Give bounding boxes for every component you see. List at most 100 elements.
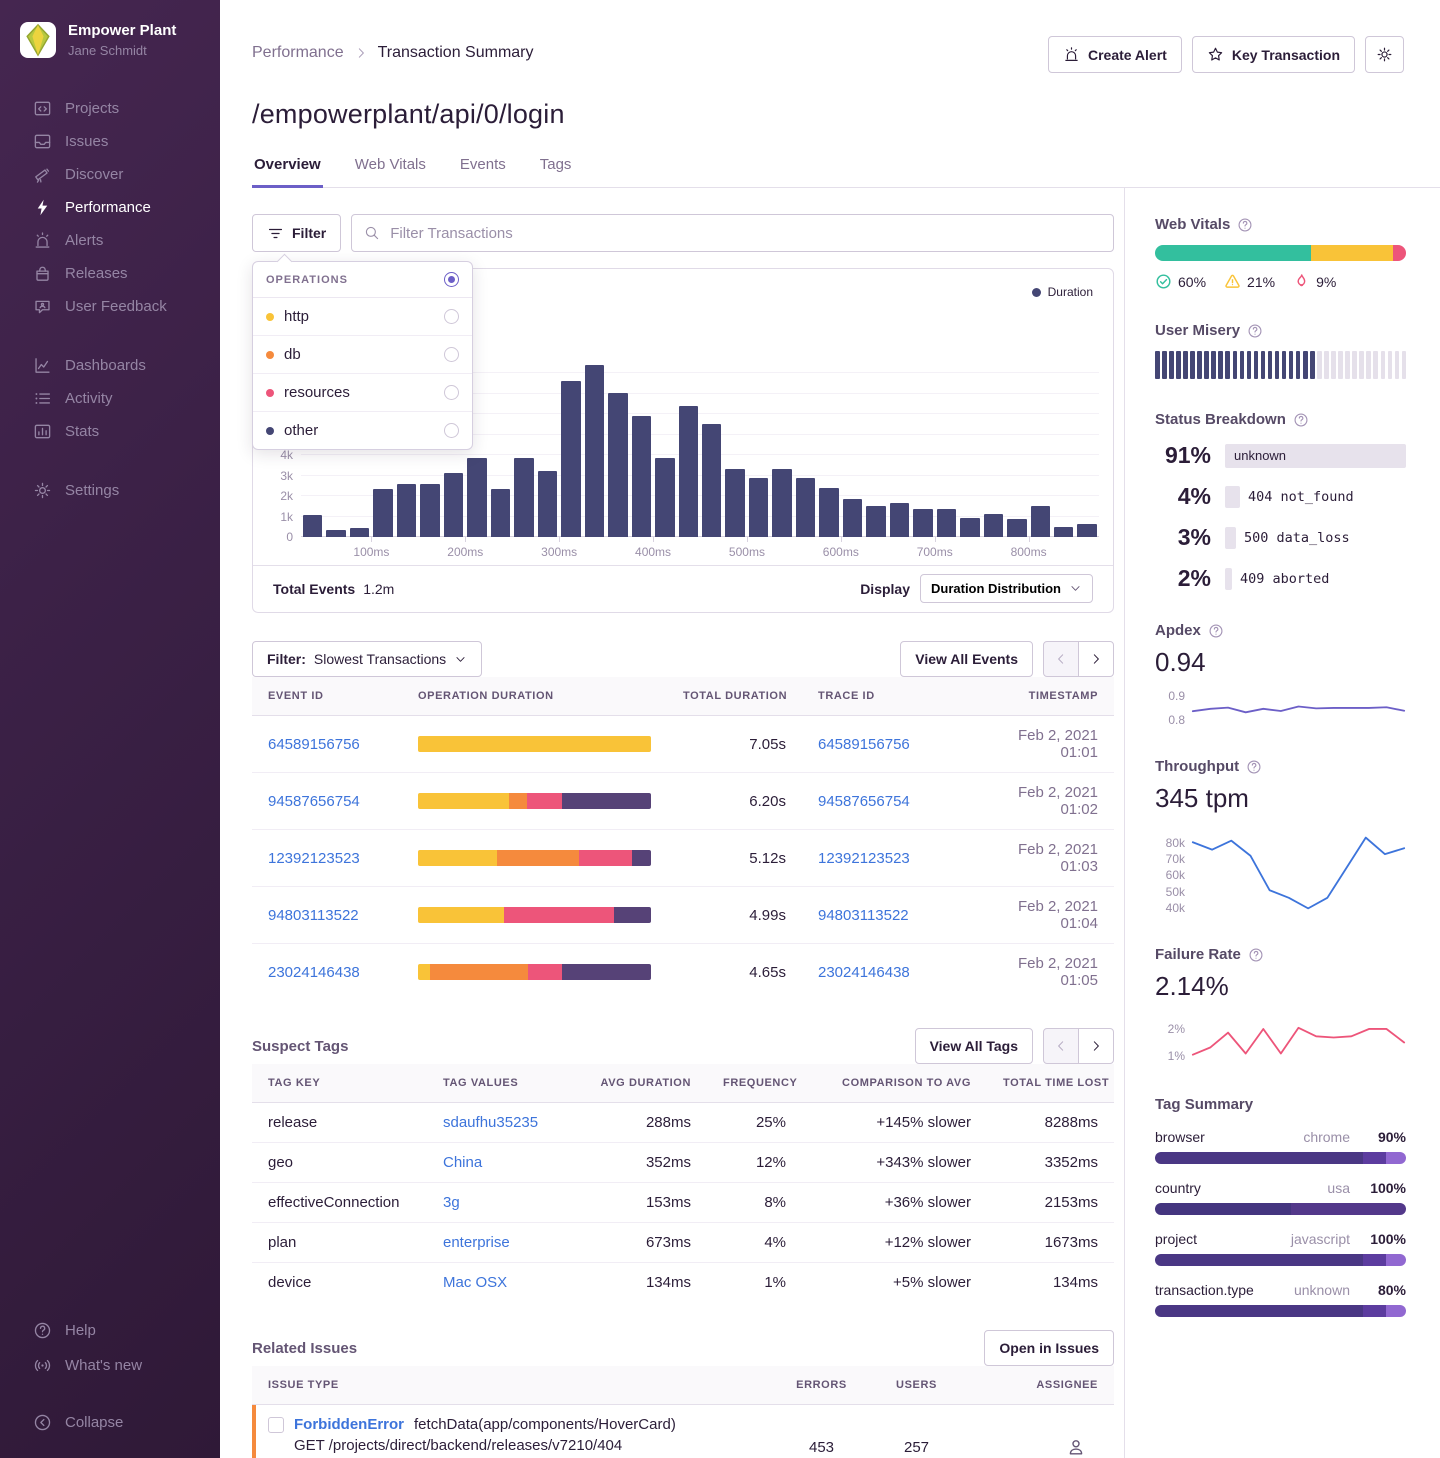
open-in-issues-button[interactable]: Open in Issues (984, 1330, 1114, 1366)
histogram-bar[interactable] (772, 469, 791, 537)
sidebar-item-activity[interactable]: Activity (0, 382, 220, 415)
histogram-bar[interactable] (1007, 519, 1026, 537)
sidebar-item-stats[interactable]: Stats (0, 415, 220, 448)
sidebar-item-discover[interactable]: Discover (0, 158, 220, 191)
issue-row[interactable]: ForbiddenError fetchData(app/components/… (252, 1405, 1114, 1458)
histogram-bar[interactable] (491, 489, 510, 537)
trace-id-link[interactable]: 94587656754 (802, 782, 967, 821)
event-id-link[interactable]: 23024146438 (252, 953, 402, 992)
operations-dropdown-header[interactable]: OPERATIONS (253, 262, 472, 298)
operations-all-radio[interactable] (444, 272, 459, 287)
tag-value-link[interactable]: Mac OSX (427, 1263, 582, 1302)
histogram-bar[interactable] (444, 473, 463, 537)
histogram-bar[interactable] (702, 424, 721, 537)
histogram-bar[interactable] (725, 469, 744, 537)
chart-legend[interactable]: Duration (1032, 285, 1093, 299)
issue-assignee[interactable] (964, 1426, 1114, 1458)
sidebar-item-projects[interactable]: Projects (0, 92, 220, 125)
key-transaction-button[interactable]: Key Transaction (1192, 36, 1355, 73)
event-id-link[interactable]: 94803113522 (252, 896, 402, 935)
histogram-bar[interactable] (843, 499, 862, 537)
histogram-bar[interactable] (326, 530, 345, 537)
pager-next-button[interactable] (1078, 1028, 1114, 1064)
view-all-events-button[interactable]: View All Events (900, 641, 1033, 677)
question-icon[interactable] (1248, 947, 1264, 963)
trace-id-link[interactable]: 94803113522 (802, 896, 967, 935)
pager-prev-button[interactable] (1043, 1028, 1079, 1064)
histogram-bar[interactable] (608, 393, 627, 537)
operation-option-http[interactable]: http (253, 298, 472, 335)
event-id-link[interactable]: 94587656754 (252, 782, 402, 821)
tag-value-link[interactable]: China (427, 1143, 582, 1182)
tag-summary-row[interactable]: projectjavascript100% (1155, 1231, 1406, 1266)
histogram-bar[interactable] (819, 488, 838, 537)
sidebar-item-user-feedback[interactable]: User Feedback (0, 290, 220, 323)
histogram-bar[interactable] (514, 458, 533, 537)
histogram-bar[interactable] (890, 503, 909, 537)
tab-web-vitals[interactable]: Web Vitals (353, 156, 428, 188)
histogram-bar[interactable] (303, 515, 322, 537)
events-filter-select[interactable]: Filter: Slowest Transactions (252, 641, 482, 677)
org-switcher[interactable]: Empower Plant Jane Schmidt (0, 0, 220, 58)
histogram-bar[interactable] (913, 509, 932, 537)
histogram-bar[interactable] (373, 489, 392, 537)
tag-summary-row[interactable]: transaction.typeunknown80% (1155, 1282, 1406, 1317)
trace-id-link[interactable]: 12392123523 (802, 839, 967, 878)
settings-button[interactable] (1365, 36, 1404, 73)
sidebar-item-collapse[interactable]: Collapse (0, 1405, 220, 1440)
breadcrumb-section[interactable]: Performance (252, 44, 344, 62)
trace-id-link[interactable]: 64589156756 (802, 725, 967, 764)
trace-id-link[interactable]: 23024146438 (802, 953, 967, 992)
operation-option-radio[interactable] (444, 423, 459, 438)
pager-next-button[interactable] (1078, 641, 1114, 677)
search-input[interactable] (390, 225, 1101, 242)
histogram-bar[interactable] (1077, 524, 1096, 537)
histogram-bar[interactable] (937, 509, 956, 537)
histogram-bar[interactable] (866, 506, 885, 537)
histogram-bar[interactable] (749, 478, 768, 537)
histogram-bar[interactable] (1031, 506, 1050, 537)
tag-summary-row[interactable]: countryusa100% (1155, 1180, 1406, 1215)
histogram-bar[interactable] (538, 471, 557, 537)
operation-option-radio[interactable] (444, 385, 459, 400)
question-icon[interactable] (1246, 759, 1262, 775)
histogram-bar[interactable] (561, 381, 580, 537)
issue-type-link[interactable]: ForbiddenError (294, 1416, 404, 1433)
histogram-bar[interactable] (655, 458, 674, 537)
sidebar-item-releases[interactable]: Releases (0, 257, 220, 290)
event-id-link[interactable]: 12392123523 (252, 839, 402, 878)
sidebar-item-alerts[interactable]: Alerts (0, 224, 220, 257)
operation-option-radio[interactable] (444, 347, 459, 362)
histogram-bar[interactable] (796, 478, 815, 537)
view-all-tags-button[interactable]: View All Tags (915, 1028, 1033, 1064)
question-icon[interactable] (1237, 217, 1253, 233)
operation-option-db[interactable]: db (253, 335, 472, 373)
histogram-bar[interactable] (467, 458, 486, 537)
tag-summary-row[interactable]: browserchrome90% (1155, 1129, 1406, 1164)
display-select[interactable]: Duration Distribution (920, 574, 1093, 603)
tab-overview[interactable]: Overview (252, 156, 323, 188)
sidebar-item-what-s-new[interactable]: What's new (0, 1348, 220, 1383)
question-icon[interactable] (1208, 623, 1224, 639)
issue-checkbox[interactable] (268, 1417, 284, 1433)
histogram-bar[interactable] (397, 484, 416, 537)
tag-value-link[interactable]: sdaufhu35235 (427, 1103, 582, 1142)
sidebar-item-issues[interactable]: Issues (0, 125, 220, 158)
tag-value-link[interactable]: enterprise (427, 1223, 582, 1262)
sidebar-item-performance[interactable]: Performance (0, 191, 220, 224)
event-id-link[interactable]: 64589156756 (252, 725, 402, 764)
pager-prev-button[interactable] (1043, 641, 1079, 677)
filter-button[interactable]: Filter (252, 214, 341, 252)
operation-option-radio[interactable] (444, 309, 459, 324)
sidebar-item-help[interactable]: Help (0, 1313, 220, 1348)
histogram-bar[interactable] (350, 528, 369, 537)
histogram-bar[interactable] (960, 518, 979, 537)
create-alert-button[interactable]: Create Alert (1048, 36, 1182, 73)
sidebar-item-settings[interactable]: Settings (0, 474, 220, 507)
question-icon[interactable] (1293, 412, 1309, 428)
question-icon[interactable] (1247, 323, 1263, 339)
histogram-bar[interactable] (420, 484, 439, 537)
operation-option-other[interactable]: other (253, 411, 472, 449)
histogram-bar[interactable] (1054, 527, 1073, 537)
histogram-bar[interactable] (679, 406, 698, 537)
